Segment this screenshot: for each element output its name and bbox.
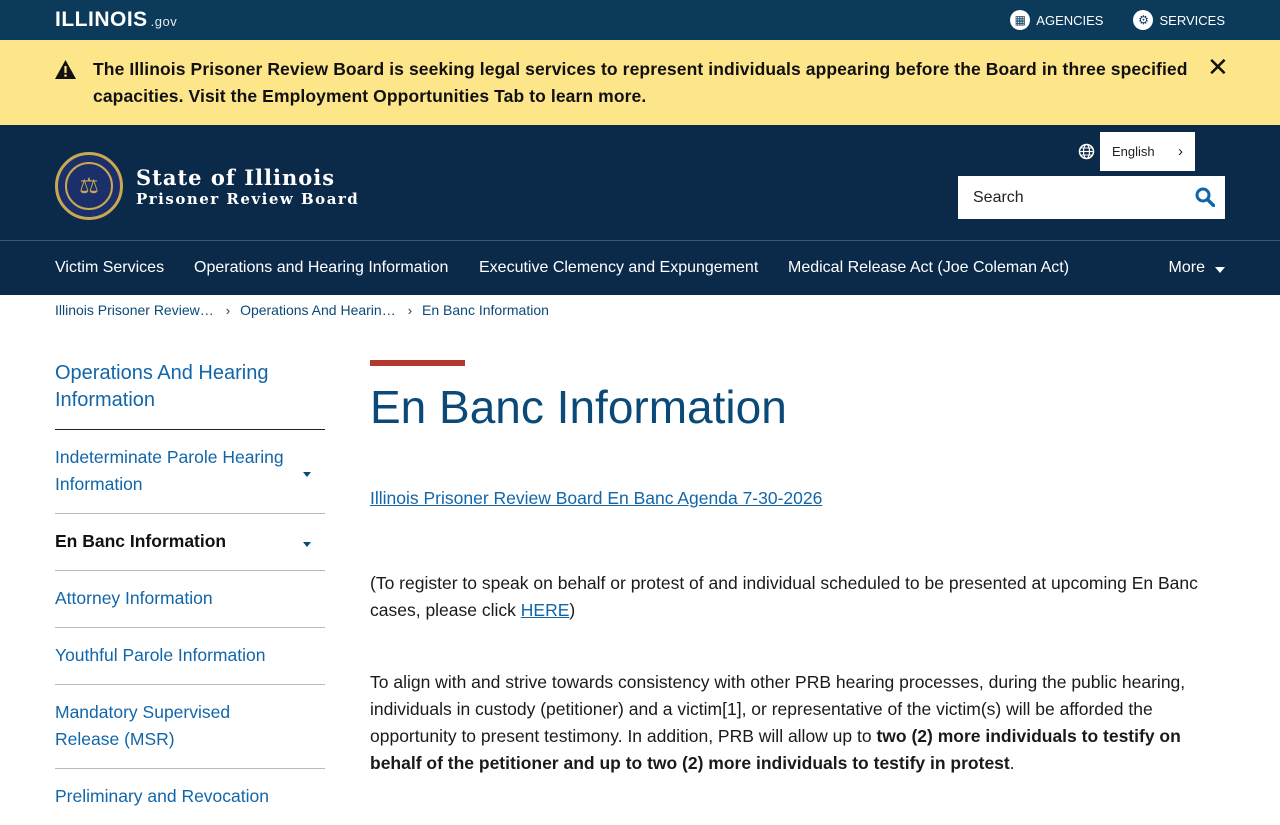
- logo-text: ILLINOIS: [55, 8, 148, 31]
- nav-more-label: More: [1168, 259, 1205, 276]
- language-selector: English ›: [1078, 132, 1195, 171]
- main-content: En Banc Information Illinois Prisoner Re…: [370, 360, 1200, 773]
- prb-seal-logo[interactable]: ⚖: [55, 152, 123, 220]
- services-link[interactable]: ⚙ SERVICES: [1133, 10, 1225, 30]
- sidebar-item-label: Indeterminate Parole Hearing Information: [55, 447, 284, 494]
- register-close: ): [569, 600, 576, 620]
- agencies-link[interactable]: ▦ AGENCIES: [1010, 10, 1103, 30]
- nav-item-medical-release[interactable]: Medical Release Act (Joe Coleman Act): [788, 259, 1069, 277]
- nav-item-operations[interactable]: Operations and Hearing Information: [194, 259, 448, 277]
- logo-suffix: .gov: [150, 14, 178, 29]
- nav-item-victim-services[interactable]: Victim Services: [55, 259, 164, 277]
- sidebar-item-youthful-parole[interactable]: Youthful Parole Information: [55, 628, 325, 685]
- sidebar-item-label: Mandatory Supervised Release (MSR): [55, 702, 231, 749]
- breadcrumb-current[interactable]: En Banc Information: [422, 302, 549, 318]
- register-paragraph: (To register to speak on behalf or prote…: [370, 570, 1200, 624]
- gears-icon: ⚙: [1133, 10, 1154, 30]
- page-title: En Banc Information: [370, 381, 787, 433]
- caret-down-icon[interactable]: [303, 542, 311, 547]
- sidebar-item-label: Preliminary and Revocation: [55, 786, 269, 806]
- sidebar-item-indeterminate-parole[interactable]: Indeterminate Parole Hearing Information: [55, 430, 325, 514]
- breadcrumb-operations[interactable]: Operations And Hearin…: [240, 302, 396, 318]
- search-box: [958, 176, 1225, 219]
- en-banc-agenda-link[interactable]: Illinois Prisoner Review Board En Banc A…: [370, 488, 822, 509]
- scales-of-justice-icon: ⚖: [65, 162, 113, 210]
- site-header: ⚖ State of Illinois Prisoner Review Boar…: [0, 125, 1280, 240]
- main-nav: Victim Services Operations and Hearing I…: [0, 240, 1280, 295]
- chevron-right-icon: ›: [407, 302, 413, 318]
- sidebar-item-preliminary-revocation[interactable]: Preliminary and Revocation: [55, 769, 325, 825]
- building-icon: ▦: [1010, 10, 1031, 30]
- breadcrumb-home[interactable]: Illinois Prisoner Review…: [55, 302, 214, 318]
- title-accent-bar: [370, 360, 465, 366]
- warning-icon: [55, 60, 76, 79]
- register-here-link[interactable]: HERE: [521, 600, 570, 620]
- breadcrumb: Illinois Prisoner Review… › Operations A…: [55, 302, 549, 318]
- alert-message: The Illinois Prisoner Review Board is se…: [93, 59, 1188, 106]
- services-label: SERVICES: [1159, 12, 1225, 28]
- sidebar-item-label: En Banc Information: [55, 531, 227, 551]
- close-icon[interactable]: ✕: [1207, 54, 1229, 80]
- testimony-paragraph: To align with and strive towards consist…: [370, 669, 1200, 777]
- sidebar-item-en-banc[interactable]: En Banc Information: [55, 514, 325, 571]
- gov-top-bar: ILLINOIS .gov ▦ AGENCIES ⚙ SERVICES: [0, 0, 1280, 40]
- search-input[interactable]: [958, 176, 1183, 219]
- sidebar-nav: Operations And Hearing Information Indet…: [55, 360, 325, 825]
- sidebar-item-label: Attorney Information: [55, 588, 213, 608]
- illinois-gov-logo[interactable]: ILLINOIS .gov: [55, 8, 177, 32]
- agencies-label: AGENCIES: [1036, 12, 1104, 28]
- caret-down-icon[interactable]: [303, 471, 311, 477]
- search-icon[interactable]: [1195, 187, 1215, 207]
- sidebar-item-label: Youthful Parole Information: [55, 645, 266, 665]
- brand-line-2: Prisoner Review Board: [136, 190, 360, 208]
- globe-icon: [1078, 143, 1095, 160]
- nav-item-executive-clemency[interactable]: Executive Clemency and Expungement: [479, 259, 758, 277]
- chevron-right-icon: ›: [1178, 143, 1183, 160]
- chevron-right-icon: ›: [225, 302, 231, 318]
- register-text: (To register to speak on behalf or prote…: [370, 573, 1198, 620]
- testimony-end: .: [1009, 753, 1015, 773]
- language-dropdown[interactable]: English ›: [1100, 132, 1195, 171]
- sidebar-item-attorney[interactable]: Attorney Information: [55, 571, 325, 628]
- alert-banner: The Illinois Prisoner Review Board is se…: [0, 40, 1280, 125]
- sidebar-heading[interactable]: Operations And Hearing Information: [55, 360, 325, 430]
- brand-line-1: State of Illinois: [136, 165, 336, 190]
- language-value: English: [1112, 144, 1155, 159]
- chevron-down-icon: [1215, 266, 1225, 273]
- sidebar-item-msr[interactable]: Mandatory Supervised Release (MSR): [55, 685, 325, 769]
- gov-top-links: ▦ AGENCIES ⚙ SERVICES: [1010, 10, 1225, 30]
- nav-more-button[interactable]: More: [1169, 259, 1225, 277]
- site-brand[interactable]: State of Illinois Prisoner Review Board: [136, 165, 360, 209]
